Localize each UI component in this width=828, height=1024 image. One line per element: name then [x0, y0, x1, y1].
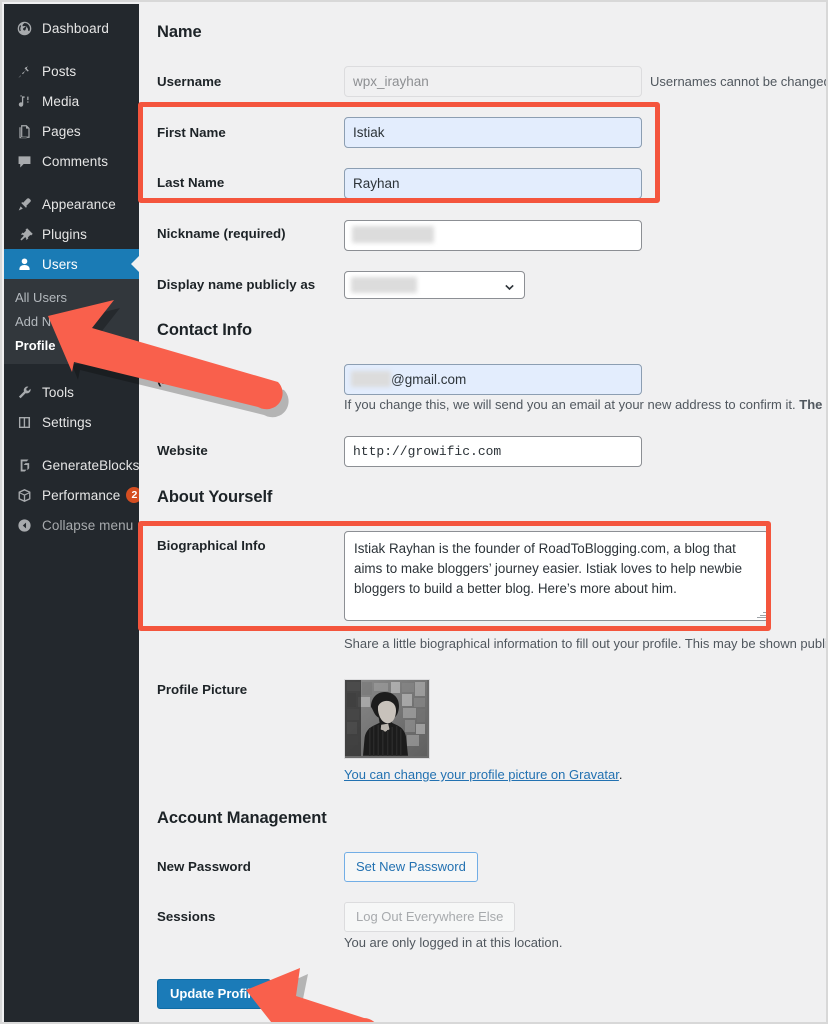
sidebar-item-plugins[interactable]: Plugins	[4, 219, 139, 249]
last-name-label: Last Name	[157, 175, 225, 190]
sidebar-item-label: Media	[42, 93, 80, 109]
comments-icon	[15, 152, 33, 170]
gravatar-link-suffix: .	[618, 767, 623, 782]
first-name-input[interactable]: Istiak	[344, 117, 642, 148]
username-input[interactable]: wpx_irayhan	[344, 66, 642, 97]
sidebar-item-collapse-menu[interactable]: Collapse menu	[4, 510, 139, 540]
sidebar-divider-1	[4, 43, 139, 56]
avatar	[344, 679, 430, 759]
pages-icon	[15, 122, 33, 140]
sidebar-item-media[interactable]: Media	[4, 86, 139, 116]
website-input[interactable]: http://growific.com	[344, 436, 642, 467]
sidebar-item-label: GenerateBlocks	[42, 457, 139, 473]
first-name-label: First Name	[157, 125, 226, 140]
display-name-redaction	[351, 277, 417, 293]
collapse-icon	[15, 516, 33, 534]
nickname-redaction	[352, 226, 434, 243]
email-help-bold: The new	[799, 397, 826, 412]
profile-picture-label: Profile Picture	[157, 682, 248, 697]
biographical-info-label: Biographical Info	[157, 538, 266, 553]
wrench-icon	[15, 383, 33, 401]
blocks-icon	[15, 456, 33, 474]
display-name-label: Display name publicly as	[157, 277, 316, 292]
sidebar-item-appearance[interactable]: Appearance	[4, 189, 139, 219]
sidebar-item-label: Appearance	[42, 196, 116, 212]
sidebar-item-settings[interactable]: Settings	[4, 407, 139, 437]
website-label: Website	[157, 443, 208, 458]
sessions-label: Sessions	[157, 909, 216, 924]
update-profile-button[interactable]: Update Profile	[157, 979, 272, 1009]
submenu-item-all-users[interactable]: All Users	[4, 285, 139, 309]
username-label: Username	[157, 74, 222, 89]
email-help-text: If you change this, we will send you an …	[344, 397, 796, 412]
email-help: If you change this, we will send you an …	[344, 397, 826, 412]
log-out-everywhere-button[interactable]: Log Out Everywhere Else	[344, 902, 516, 932]
sidebar-item-label: Users	[42, 256, 78, 272]
sidebar-item-label: Dashboard	[42, 20, 109, 36]
sidebar-divider-3	[4, 364, 139, 377]
section-heading-account: Account Management	[157, 809, 327, 827]
submenu-item-add-new[interactable]: Add New	[4, 309, 139, 333]
active-pointer-icon	[131, 256, 139, 272]
brush-icon	[15, 195, 33, 213]
submenu-label: Add New	[15, 313, 68, 329]
admin-sidebar: Dashboard Posts Media Pages Comments App…	[4, 4, 139, 1022]
email-redaction	[351, 371, 391, 387]
last-name-input[interactable]: Rayhan	[344, 168, 642, 199]
sidebar-item-label: Posts	[42, 63, 77, 79]
wordpress-admin-screenshot: Dashboard Posts Media Pages Comments App…	[0, 0, 828, 1024]
sidebar-item-label: Performance	[42, 487, 121, 503]
set-new-password-button[interactable]: Set New Password	[344, 852, 478, 882]
biographical-info-help: Share a little biographical information …	[344, 636, 828, 651]
sidebar-item-users[interactable]: Users	[4, 249, 139, 279]
sidebar-divider-4	[4, 437, 139, 450]
section-heading-name: Name	[157, 23, 202, 41]
user-icon	[15, 255, 33, 273]
sidebar-item-comments[interactable]: Comments	[4, 146, 139, 176]
sidebar-item-generateblocks[interactable]: GenerateBlocks	[4, 450, 139, 480]
nickname-label: Nickname (required)	[157, 226, 286, 241]
gravatar-link[interactable]: You can change your profile picture on G…	[344, 767, 623, 782]
username-help: Usernames cannot be changed.	[650, 74, 828, 89]
dashboard-icon	[15, 19, 33, 37]
email-label: (required)	[157, 372, 220, 387]
sidebar-item-performance[interactable]: Performance 2	[4, 480, 139, 510]
sessions-help: You are only logged in at this location.	[344, 935, 563, 950]
users-submenu: All Users Add New Profile	[4, 279, 139, 364]
sidebar-item-dashboard[interactable]: Dashboard	[4, 13, 139, 43]
sidebar-item-posts[interactable]: Posts	[4, 56, 139, 86]
media-icon	[15, 92, 33, 110]
performance-badge: 2	[126, 487, 139, 503]
submenu-label: Profile	[15, 337, 56, 353]
sidebar-item-pages[interactable]: Pages	[4, 116, 139, 146]
section-heading-contact: Contact Info	[157, 321, 253, 339]
gravatar-link-text: You can change your profile picture on G…	[344, 767, 619, 782]
new-password-label: New Password	[157, 859, 251, 874]
sidebar-item-label: Settings	[42, 414, 92, 430]
pin-icon	[15, 62, 33, 80]
performance-icon	[15, 486, 33, 504]
annotation-arrow-update-profile	[242, 968, 442, 1022]
sidebar-item-label: Pages	[42, 123, 81, 139]
sidebar-divider-2	[4, 176, 139, 189]
settings-icon	[15, 413, 33, 431]
submenu-label: All Users	[15, 289, 68, 305]
sidebar-item-label: Tools	[42, 384, 75, 400]
plugin-icon	[15, 225, 33, 243]
biographical-info-textarea[interactable]: Istiak Rayhan is the founder of RoadToBl…	[344, 531, 769, 621]
section-heading-about: About Yourself	[157, 488, 273, 506]
chevron-down-icon	[504, 280, 515, 291]
sidebar-item-label: Collapse menu	[42, 517, 134, 533]
sidebar-item-label: Plugins	[42, 226, 87, 242]
sidebar-item-label: Comments	[42, 153, 109, 169]
submenu-item-profile[interactable]: Profile	[4, 333, 139, 357]
sidebar-item-tools[interactable]: Tools	[4, 377, 139, 407]
